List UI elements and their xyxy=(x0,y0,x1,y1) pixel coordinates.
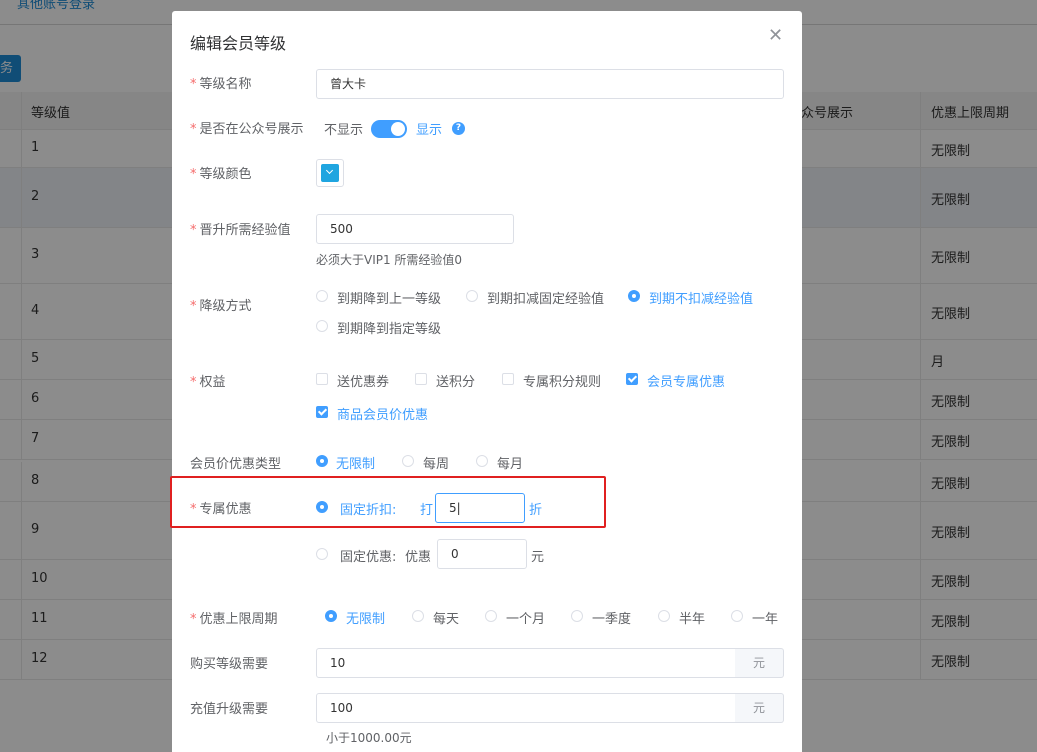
cycle-radio-0[interactable] xyxy=(325,610,337,622)
downgrade-option-2[interactable]: 到期不扣减经验值 xyxy=(649,288,753,307)
downgrade-radio-3[interactable] xyxy=(316,320,328,332)
upgrade-exp-input[interactable]: 500 xyxy=(316,214,514,244)
benefit-check-4[interactable] xyxy=(316,406,328,418)
cycle-option-2[interactable]: 一个月 xyxy=(506,608,545,627)
cycle-radio-2[interactable] xyxy=(485,610,497,622)
highlight-box xyxy=(170,476,606,528)
level-color-label: * 等级颜色 xyxy=(190,167,252,182)
discount-amount-suffix: 元 xyxy=(531,550,545,565)
benefit-check-1[interactable] xyxy=(415,373,427,385)
price-type-option-2[interactable]: 每月 xyxy=(497,453,523,472)
level-name-label: * 等级名称 xyxy=(190,77,252,92)
cycle-option-0[interactable]: 无限制 xyxy=(346,608,385,627)
downgrade-radio-2[interactable] xyxy=(628,290,640,302)
price-type-radio-0[interactable] xyxy=(316,455,328,467)
price-type-option-0[interactable]: 无限制 xyxy=(336,453,375,472)
cycle-option-4[interactable]: 半年 xyxy=(679,608,705,627)
benefit-option-1[interactable]: 送积分 xyxy=(436,371,475,390)
price-type-radio-1[interactable] xyxy=(402,455,414,467)
benefit-check-3[interactable] xyxy=(626,373,638,385)
discount-amount-prefix: 优惠 xyxy=(405,550,432,565)
recharge-unit: 元 xyxy=(735,693,784,723)
discount-cycle-label: * 优惠上限周期 xyxy=(190,612,278,627)
recharge-hint: 小于1000.00元 xyxy=(326,731,412,745)
benefit-option-2[interactable]: 专属积分规则 xyxy=(523,371,601,390)
cycle-option-5[interactable]: 一年 xyxy=(752,608,778,627)
downgrade-option-1[interactable]: 到期扣减固定经验值 xyxy=(487,288,604,307)
cycle-option-3[interactable]: 一季度 xyxy=(592,608,631,627)
edit-level-dialog: 编辑会员等级 ✕ * 等级名称 曾大卡 * 是否在公众号展示 不显示 显示 ? * 等… xyxy=(172,11,802,752)
recharge-required-label: 充值升级需要 xyxy=(190,702,269,717)
level-name-input[interactable]: 曾大卡 xyxy=(316,69,784,99)
downgrade-option-0[interactable]: 到期降到上一等级 xyxy=(337,288,441,307)
benefit-option-0[interactable]: 送优惠券 xyxy=(337,371,389,390)
show-in-mp-switch[interactable] xyxy=(371,120,407,138)
cycle-option-1[interactable]: 每天 xyxy=(433,608,459,627)
downgrade-option-3[interactable]: 到期降到指定等级 xyxy=(337,318,441,337)
discount-amount-input[interactable]: 0 xyxy=(437,539,527,569)
upgrade-exp-hint: 必须大于VIP1 所需经验值0 xyxy=(316,253,463,267)
benefit-option-4[interactable]: 商品会员价优惠 xyxy=(337,404,428,423)
downgrade-label: * 降级方式 xyxy=(190,299,252,314)
benefit-option-3[interactable]: 会员专属优惠 xyxy=(647,371,725,390)
downgrade-radio-0[interactable] xyxy=(316,290,328,302)
switch-on-text: 显示 xyxy=(416,123,443,138)
cycle-radio-1[interactable] xyxy=(412,610,424,622)
purchase-required-label: 购买等级需要 xyxy=(190,657,269,672)
benefits-label: * 权益 xyxy=(190,375,226,390)
benefit-check-0[interactable] xyxy=(316,373,328,385)
discount-amount-radio[interactable] xyxy=(316,548,328,560)
purchase-unit: 元 xyxy=(735,648,784,678)
switch-off-text: 不显示 xyxy=(324,123,364,138)
color-picker[interactable] xyxy=(316,159,344,187)
dialog-title: 编辑会员等级 xyxy=(190,34,287,53)
help-icon[interactable]: ? xyxy=(452,122,465,135)
upgrade-exp-label: * 晋升所需经验值 xyxy=(190,223,291,238)
purchase-required-input[interactable]: 10 xyxy=(316,648,736,678)
member-price-type-label: 会员价优惠类型 xyxy=(190,457,282,472)
cycle-radio-4[interactable] xyxy=(658,610,670,622)
close-icon[interactable]: ✕ xyxy=(768,25,783,46)
cycle-radio-5[interactable] xyxy=(731,610,743,622)
benefit-check-2[interactable] xyxy=(502,373,514,385)
show-in-mp-label: * 是否在公众号展示 xyxy=(190,122,304,137)
downgrade-radio-1[interactable] xyxy=(466,290,478,302)
price-type-option-1[interactable]: 每周 xyxy=(423,453,449,472)
recharge-required-input[interactable]: 100 xyxy=(316,693,736,723)
cycle-radio-3[interactable] xyxy=(571,610,583,622)
discount-amount-label[interactable]: 固定优惠: xyxy=(340,546,396,565)
color-swatch-icon xyxy=(321,164,339,182)
price-type-radio-2[interactable] xyxy=(476,455,488,467)
